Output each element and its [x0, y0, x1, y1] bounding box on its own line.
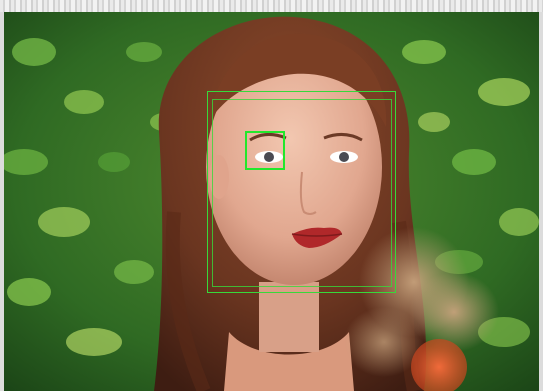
- top-border-noise: [0, 0, 543, 12]
- image-viewer-frame: [0, 0, 543, 391]
- portrait-photo: [4, 12, 539, 391]
- photo-canvas: [4, 12, 539, 391]
